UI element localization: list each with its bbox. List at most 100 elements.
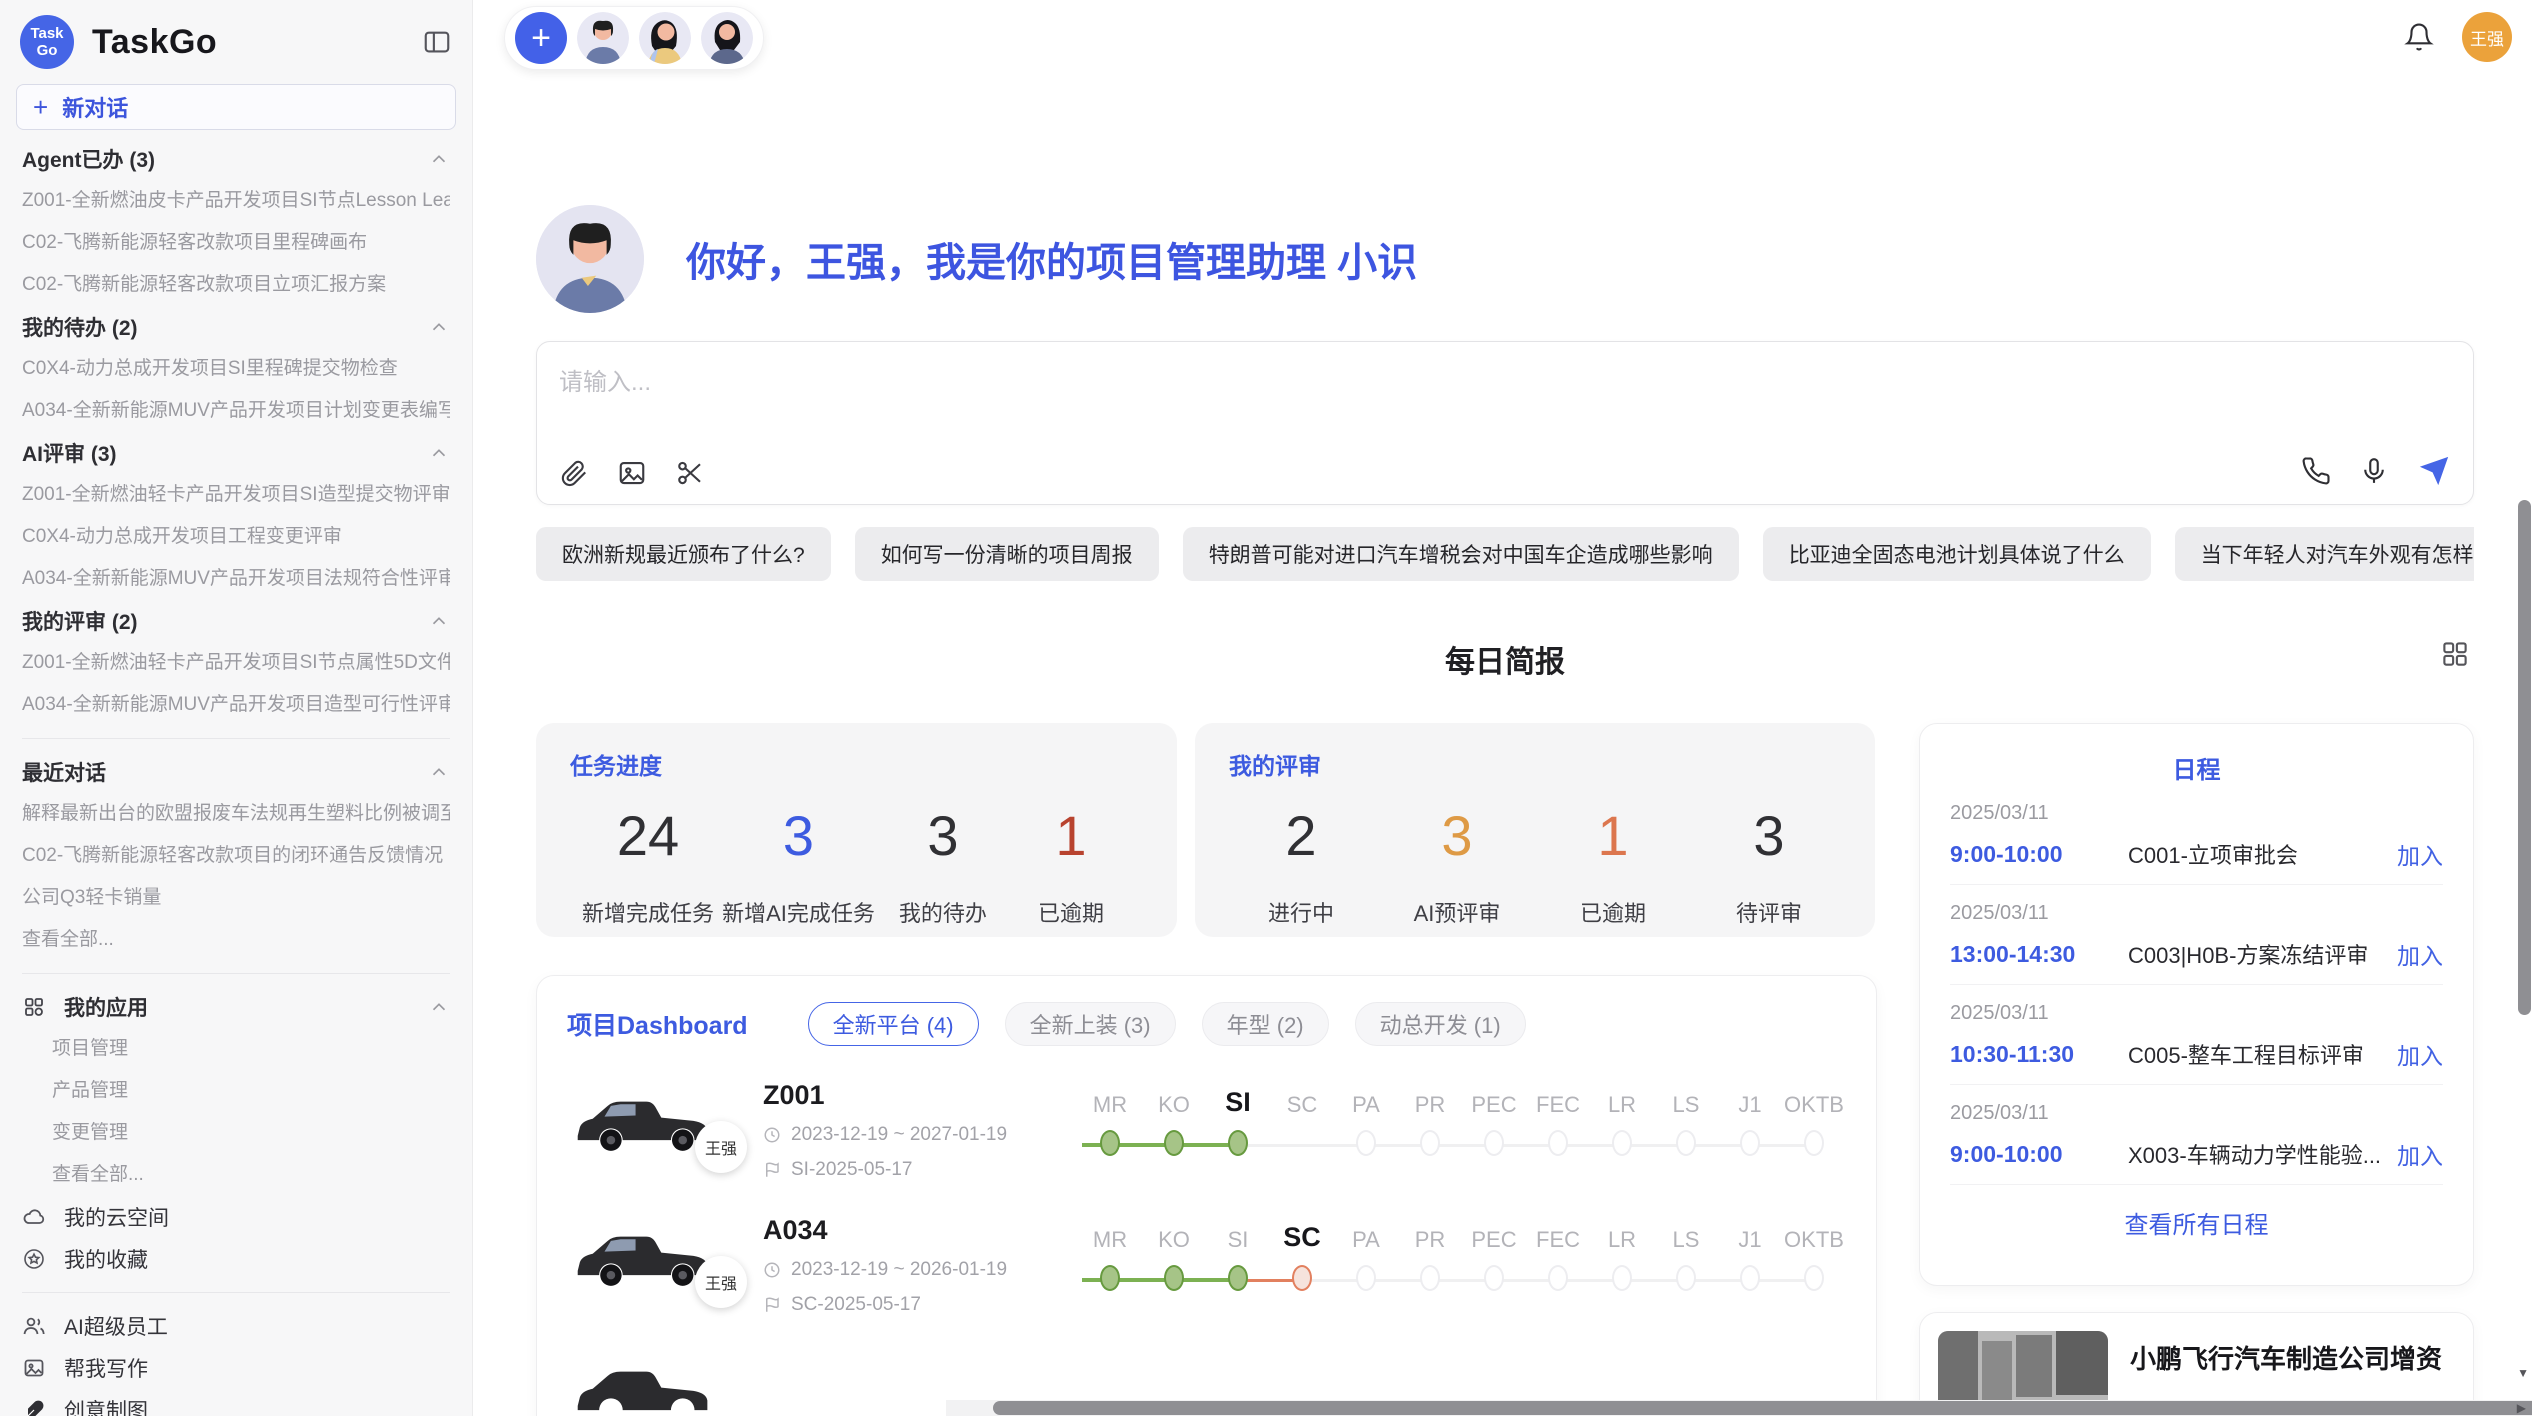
sidebar-item-write-helper[interactable]: 帮我写作 — [22, 1347, 450, 1389]
sidebar-item-ai-staff[interactable]: AI超级员工 — [22, 1305, 450, 1347]
sidebar-item-favorites[interactable]: 我的收藏 — [22, 1238, 450, 1280]
notification-bell-icon[interactable] — [2404, 22, 2434, 52]
chevron-up-icon[interactable] — [428, 442, 450, 464]
project-name: A034 — [763, 1215, 1001, 1246]
send-icon[interactable] — [2417, 454, 2451, 488]
milestone-label: FEC — [1536, 1082, 1580, 1118]
sidebar-app-item[interactable]: 变更管理 — [22, 1112, 450, 1154]
screenshot-scissors-icon[interactable] — [675, 458, 705, 488]
layout-grid-icon[interactable] — [2440, 639, 2470, 669]
sidebar-conversation-item[interactable]: 公司Q3轻卡销量 — [22, 877, 450, 919]
suggestion-chip[interactable]: 如何写一份清晰的项目周报 — [855, 527, 1159, 581]
sidebar-task-item[interactable]: C0X4-动力总成开发项目工程变更评审 — [22, 516, 450, 558]
project-row[interactable]: 王强 A034 2023-12-19 ~ 2026-01-19 SC-2025-… — [567, 1215, 1846, 1316]
suggestion-chip[interactable]: 特朗普可能对进口汽车增税会对中国车企造成哪些影响 — [1183, 527, 1739, 581]
sidebar-task-item[interactable]: C02-飞腾新能源轻客改款项目立项汇报方案 — [22, 264, 450, 306]
suggestion-chip[interactable]: 欧洲新规最近颁布了什么? — [536, 527, 831, 581]
stat-value: 3 — [1753, 803, 1784, 868]
agent-avatar[interactable] — [639, 12, 691, 64]
voice-call-icon[interactable] — [2301, 456, 2331, 486]
tab-model-year[interactable]: 年型 (2) — [1202, 1002, 1329, 1046]
add-agent-button[interactable]: + — [515, 12, 567, 64]
join-link[interactable]: 加入 — [2397, 1137, 2443, 1171]
view-all-apps[interactable]: 查看全部... — [22, 1154, 450, 1196]
milestone-label-current: SC — [1283, 1217, 1321, 1253]
stat-new-completed: 24 新增完成任务 — [582, 803, 714, 928]
sidebar-task-item[interactable]: A034-全新新能源MUV产品开发项目法规符合性评审 — [22, 558, 450, 600]
users-icon — [22, 1314, 48, 1338]
daily-briefing-title: 每日简报 — [536, 637, 2474, 681]
chevron-up-icon[interactable] — [428, 996, 450, 1018]
section-my-review[interactable]: 我的评审 (2) — [22, 600, 450, 642]
divider — [22, 1292, 450, 1293]
sidebar-task-item[interactable]: C0X4-动力总成开发项目SI里程碑提交物检查 — [22, 348, 450, 390]
milestone-dot — [1484, 1265, 1504, 1291]
sidebar-task-item[interactable]: Z001-全新燃油皮卡产品开发项目SI节点Lesson Learn报告 — [22, 180, 450, 222]
suggestion-chip[interactable]: 比亚迪全固态电池计划具体说了什么 — [1763, 527, 2151, 581]
sidebar-task-item[interactable]: A034-全新新能源MUV产品开发项目计划变更表编写 — [22, 390, 450, 432]
star-circle-icon — [22, 1247, 48, 1271]
image-upload-icon[interactable] — [617, 458, 647, 488]
join-link[interactable]: 加入 — [2397, 1037, 2443, 1071]
stat-label: AI预评审 — [1414, 896, 1501, 928]
sidebar-app-item[interactable]: 项目管理 — [22, 1028, 450, 1070]
scroll-down-arrow-icon[interactable] — [2517, 1366, 2529, 1380]
view-all-conversations[interactable]: 查看全部... — [22, 919, 450, 961]
sidebar-conversation-item[interactable]: C02-飞腾新能源轻客改款项目的闭环通告反馈情况 — [22, 835, 450, 877]
tab-new-platform[interactable]: 全新平台 (4) — [808, 1002, 979, 1046]
sidebar-task-item[interactable]: Z001-全新燃油轻卡产品开发项目SI造型提交物评审 — [22, 474, 450, 516]
chevron-up-icon[interactable] — [428, 761, 450, 783]
project-row[interactable]: 王强 Z001 2023-12-19 ~ 2027-01-19 SI-2025-… — [567, 1080, 1846, 1181]
vertical-scrollbar-thumb[interactable] — [2518, 500, 2531, 1015]
sidebar-conversation-item[interactable]: 解释最新出台的欧盟报废车法规再生塑料比例被调至15%... — [22, 793, 450, 835]
chevron-up-icon[interactable] — [428, 148, 450, 170]
scroll-right-arrow-icon[interactable] — [2517, 1400, 2526, 1416]
chevron-up-icon[interactable] — [428, 610, 450, 632]
agent-avatar[interactable] — [701, 12, 753, 64]
event-title: X003-车辆动力学性能验... — [2128, 1138, 2397, 1170]
chevron-up-icon[interactable] — [428, 316, 450, 338]
join-link[interactable]: 加入 — [2397, 937, 2443, 971]
milestone-label: LS — [1673, 1082, 1700, 1118]
sidebar-task-item[interactable]: A034-全新新能源MUV产品开发项目造型可行性评审 — [22, 684, 450, 726]
stat-label: 新增完成任务 — [582, 896, 714, 928]
sidebar-task-item[interactable]: Z001-全新燃油轻卡产品开发项目SI节点属性5D文件评审 — [22, 642, 450, 684]
microphone-icon[interactable] — [2359, 456, 2389, 486]
section-recent-chats[interactable]: 最近对话 — [22, 751, 450, 793]
suggestion-chips: 欧洲新规最近颁布了什么? 如何写一份清晰的项目周报 特朗普可能对进口汽车增税会对… — [536, 527, 2474, 581]
clock-icon — [763, 1126, 781, 1144]
daily-briefing-header: 每日简报 — [536, 637, 2474, 673]
sidebar-item-cloud-space[interactable]: 我的云空间 — [22, 1196, 450, 1238]
view-all-schedule-link[interactable]: 查看所有日程 — [1950, 1205, 2443, 1240]
agent-avatar[interactable] — [577, 12, 629, 64]
plus-icon — [33, 94, 48, 120]
section-agent-done[interactable]: Agent已办 (3) — [22, 138, 450, 180]
sidebar-task-item[interactable]: C02-飞腾新能源轻客改款项目里程碑画布 — [22, 222, 450, 264]
sidebar-collapse-icon[interactable] — [422, 27, 452, 57]
sidebar-item-creative-draw[interactable]: 创意制图 — [22, 1389, 450, 1416]
section-ai-review[interactable]: AI评审 (3) — [22, 432, 450, 474]
tab-powertrain[interactable]: 动总开发 (1) — [1355, 1002, 1526, 1046]
join-link[interactable]: 加入 — [2397, 837, 2443, 871]
stat-pending-review: 3 待评审 — [1709, 803, 1829, 928]
milestone-label: SC — [1287, 1082, 1318, 1118]
milestone-dot — [1484, 1130, 1504, 1156]
section-my-todo[interactable]: 我的待办 (2) — [22, 306, 450, 348]
user-avatar[interactable]: 王强 — [2462, 12, 2512, 62]
sidebar-app-item[interactable]: 产品管理 — [22, 1070, 450, 1112]
milestone-dot-done — [1100, 1130, 1120, 1156]
milestone-label: LS — [1673, 1217, 1700, 1253]
event-date: 2025/03/11 — [1950, 1002, 2443, 1025]
chat-input[interactable]: 请输入... — [536, 341, 2474, 505]
suggestion-chip[interactable]: 当下年轻人对汽车外观有怎样的喜好趋势 — [2175, 527, 2474, 581]
flag-icon — [763, 1296, 781, 1314]
milestone-label: PR — [1415, 1082, 1446, 1118]
tab-new-body[interactable]: 全新上装 (3) — [1005, 1002, 1176, 1046]
horizontal-scrollbar[interactable] — [946, 1400, 2532, 1416]
section-my-apps[interactable]: 我的应用 — [22, 986, 450, 1028]
horizontal-scrollbar-thumb[interactable] — [993, 1401, 2532, 1415]
attachment-icon[interactable] — [559, 458, 589, 488]
milestone-label: PEC — [1471, 1082, 1516, 1118]
new-chat-button[interactable]: 新对话 — [16, 84, 456, 130]
owner-name: 王强 — [705, 1270, 737, 1294]
